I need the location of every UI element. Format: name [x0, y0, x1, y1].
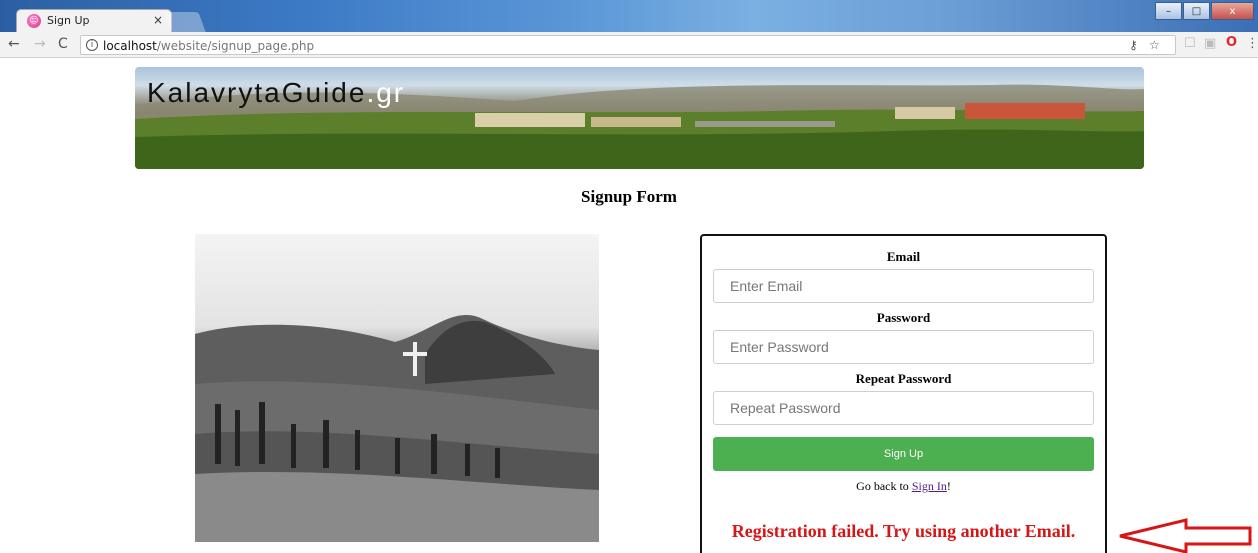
browser-toolbar: ← → C i localhost/website/signup_page.ph… — [0, 32, 1258, 58]
photo-drawing — [195, 314, 599, 542]
extension-icon[interactable]: ☐ — [1184, 36, 1196, 51]
signin-link[interactable]: Sign In — [912, 479, 947, 493]
annotation-arrow-icon — [1119, 518, 1252, 553]
close-window-button[interactable]: x — [1211, 2, 1254, 20]
url-path: /website/signup_page.php — [156, 39, 315, 53]
address-bar[interactable]: i localhost/website/signup_page.php ⚷ ☆ — [80, 35, 1176, 55]
tab-title: Sign Up — [47, 14, 90, 27]
tab-close-icon[interactable]: × — [153, 13, 163, 27]
goback-suffix: ! — [946, 479, 951, 493]
maximize-button[interactable]: □ — [1183, 2, 1210, 20]
goback-text: Go back to Sign In! — [702, 479, 1105, 494]
opera-icon[interactable]: O — [1226, 35, 1237, 50]
reload-icon[interactable]: C — [58, 36, 68, 52]
password-label: Password — [876, 310, 931, 325]
logo-tld: .gr — [366, 77, 406, 108]
password-field[interactable] — [713, 330, 1094, 364]
key-icon[interactable]: ⚷ — [1129, 38, 1138, 52]
info-icon[interactable]: i — [86, 39, 98, 51]
menu-icon[interactable]: ⋮ — [1246, 36, 1258, 51]
url-text: localhost/website/signup_page.php — [103, 39, 314, 53]
favicon-icon: ☺ — [27, 14, 41, 28]
signup-form: Email Password Repeat Password Sign Up G… — [700, 234, 1107, 553]
extension-icon[interactable]: ▣ — [1204, 36, 1216, 51]
star-icon[interactable]: ☆ — [1149, 38, 1160, 52]
site-banner: KalavrytaGuide.gr — [135, 67, 1144, 169]
arrow-right-icon[interactable]: → — [34, 36, 46, 52]
repeat-password-field[interactable] — [713, 391, 1094, 425]
url-host: localhost — [103, 39, 157, 53]
minimize-button[interactable]: – — [1155, 2, 1182, 20]
repeat-password-label: Repeat Password — [855, 371, 952, 386]
error-message: Registration failed. Try using another E… — [731, 521, 1076, 541]
arrow-left-icon[interactable]: ← — [8, 36, 20, 52]
goback-prefix: Go back to — [856, 479, 912, 493]
browser-titlebar: ☺ Sign Up × – □ x — [0, 0, 1258, 32]
site-logo[interactable]: KalavrytaGuide.gr — [147, 77, 405, 109]
new-tab-button[interactable] — [164, 12, 206, 32]
logo-text: KalavrytaGuide — [147, 77, 367, 108]
page-title: Signup Form — [581, 187, 677, 206]
email-field[interactable] — [713, 269, 1094, 303]
memorial-photo — [195, 234, 599, 542]
window-controls: – □ x — [1154, 2, 1254, 20]
email-label: Email — [886, 249, 921, 264]
browser-tab[interactable]: ☺ Sign Up × — [16, 9, 172, 32]
signup-button[interactable]: Sign Up — [713, 437, 1094, 471]
